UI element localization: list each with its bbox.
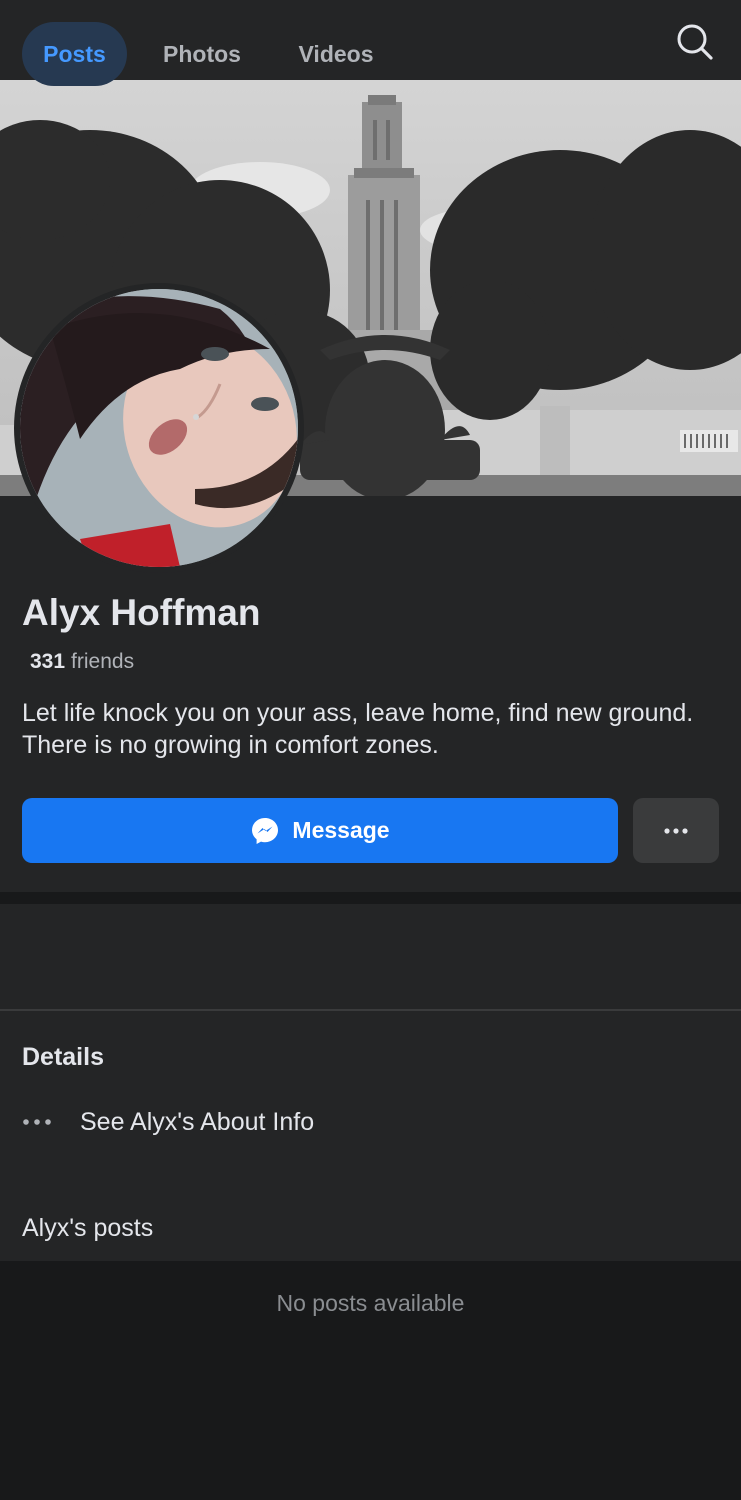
friends-count[interactable]: 331 friends [30, 650, 134, 674]
profile-name: Alyx Hoffman [22, 592, 261, 633]
avatar-ring [14, 283, 304, 573]
see-about-info-link[interactable]: See Alyx's About Info [22, 1100, 482, 1144]
tab-videos[interactable]: Videos [284, 22, 388, 86]
more-dots-icon [22, 1118, 80, 1126]
search-icon [677, 24, 713, 60]
profile-page: Alyx Hoffman 331 friends Let life knock y… [0, 0, 741, 1500]
about-info-label: See Alyx's About Info [80, 1107, 315, 1136]
tab-posts[interactable]: Posts [22, 22, 127, 86]
friends-label: friends [71, 650, 135, 673]
more-horizontal-icon [664, 827, 688, 834]
avatar-image [20, 289, 298, 567]
profile-tabs [0, 904, 741, 1010]
tab-photos[interactable]: Photos [148, 22, 256, 86]
message-button[interactable]: Message [22, 798, 618, 863]
no-posts-message: No posts available [276, 1290, 465, 1316]
more-options-button[interactable] [633, 798, 719, 863]
details-title: Details [22, 1043, 104, 1071]
friends-number: 331 [30, 650, 66, 673]
profile-bio: Let life knock you on your ass, leave ho… [22, 699, 694, 759]
posts-section-title: Alyx's posts [22, 1214, 154, 1242]
avatar[interactable] [20, 289, 298, 567]
message-button-label: Message [292, 817, 390, 843]
messenger-icon [252, 817, 279, 844]
section-divider [0, 892, 741, 904]
search-button[interactable] [673, 20, 717, 64]
